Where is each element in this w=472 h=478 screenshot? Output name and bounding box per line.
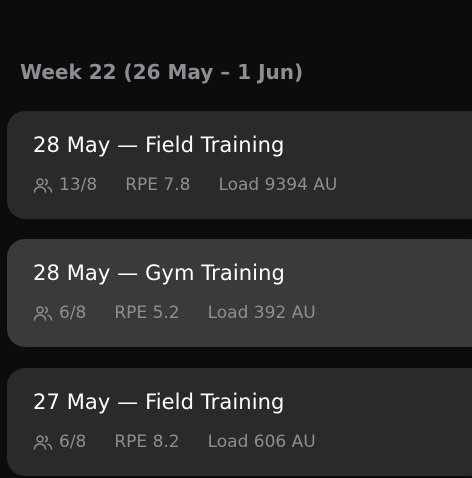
session-stats: 6/8 RPE 5.2 Load 392 AU [33,303,316,323]
session-attendance: 6/8 [59,303,87,323]
athletes-icon [33,177,53,193]
session-attendance: 6/8 [59,432,87,452]
session-list-screen: Week 22 (26 May – 1 Jun) 28 May — Field … [0,0,472,478]
session-rpe: RPE 5.2 [114,303,180,323]
session-attendance: 13/8 [59,175,98,195]
session-title: 28 May — Field Training [33,133,285,157]
athletes-icon [33,305,53,321]
session-load: Load 392 AU [207,303,316,323]
session-rpe: RPE 7.8 [125,175,191,195]
session-stats: 6/8 RPE 8.2 Load 606 AU [33,432,316,452]
session-title: 27 May — Field Training [33,390,285,414]
session-card[interactable]: 28 May — Field Training 13/8 RPE 7.8 Loa… [7,111,472,219]
week-header: Week 22 (26 May – 1 Jun) [20,60,304,84]
athletes-icon [33,434,53,450]
session-load: Load 9394 AU [218,175,338,195]
session-title: 28 May — Gym Training [33,261,285,285]
session-stats: 13/8 RPE 7.8 Load 9394 AU [33,175,337,195]
session-card[interactable]: 28 May — Gym Training 6/8 RPE 5.2 Load 3… [7,239,472,347]
session-load: Load 606 AU [207,432,316,452]
session-card[interactable]: 27 May — Field Training 6/8 RPE 8.2 Load… [7,368,472,476]
session-rpe: RPE 8.2 [114,432,180,452]
